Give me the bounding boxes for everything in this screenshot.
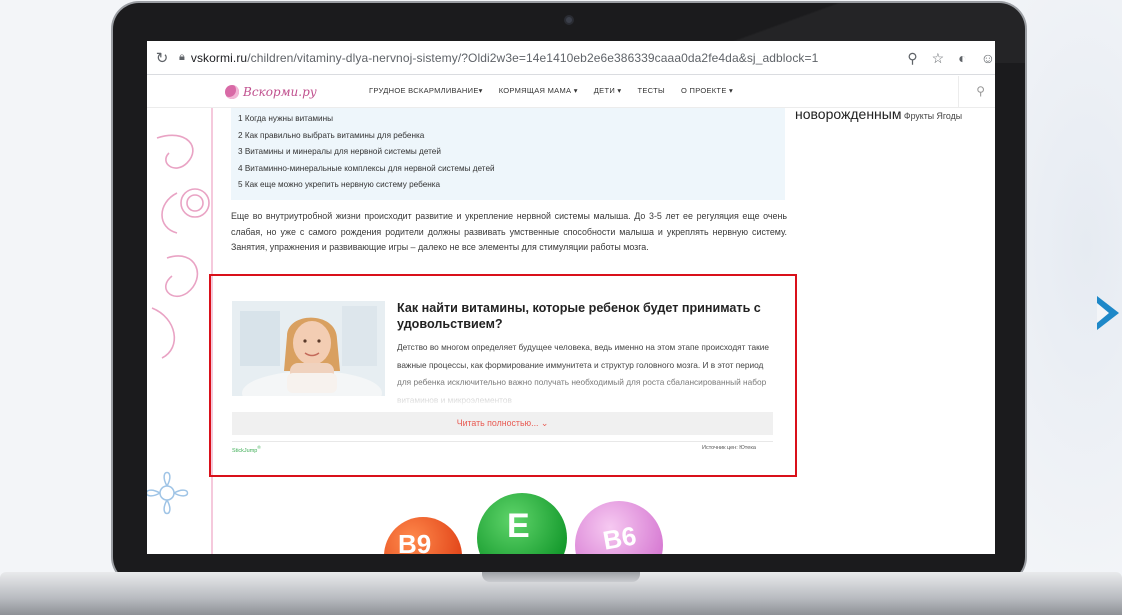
promo-title[interactable]: Как найти витамины, которые ребенок буде… [397,300,767,332]
lock-icon[interactable]: 🔒︎ [179,51,185,64]
vitamin-e-label: E [507,507,530,545]
toc-item[interactable]: 3 Витамины и минералы для нервной систем… [231,144,785,161]
article-paragraph: Еще во внутриутробной жизни происходит р… [231,211,787,252]
table-of-contents: 1 Когда нужны витамины 2 Как правильно в… [231,108,785,200]
extension-icon[interactable]: ◐ [958,50,966,66]
browser-actions: ⚲ ☆ ◐ ☺ [907,41,995,75]
sidebar-tags: новорожденным Фрукты Ягоды [795,106,975,123]
toc-item[interactable]: 5 Как еще можно укрепить нервную систему… [231,177,785,194]
site-header: Вскорми.ру ГРУДНОЕ ВСКАРМЛИВАНИЕ▾ КОРМЯЩ… [147,76,995,108]
sidebar-tag-newborns[interactable]: новорожденным [795,106,901,122]
nav-divider [958,76,959,108]
promo-text-fade [397,373,782,413]
vitamin-e-ball: E [477,493,567,554]
webcam-icon [564,15,574,25]
vitamin-b6-ball: B6 [575,501,663,554]
logo-text: Вскорми.ру [243,85,317,99]
menu-item-tests[interactable]: ТЕСТЫ [638,86,665,95]
arrow-cut [1097,303,1109,323]
laptop-notch [482,572,640,582]
menu-item-children[interactable]: ДЕТИ ▾ [594,86,622,95]
site-logo[interactable]: Вскорми.ру [225,82,317,102]
floral-decoration [147,108,213,554]
url-field[interactable]: vskormi.ru/children/vitaminy-dlya-nervno… [191,51,819,65]
star-icon[interactable]: ☆ [932,50,945,67]
vitamin-b9-ball: B9 [384,517,462,554]
vitamin-b6-label: B6 [600,520,639,554]
sidebar-tag-rest[interactable]: Фрукты Ягоды [901,111,962,121]
profile-icon[interactable]: ☺ [981,50,995,66]
promo-image[interactable] [232,301,385,396]
zoom-icon[interactable]: ⚲ [907,50,917,67]
promo-brand-name: StickJump [232,447,258,454]
vitamin-b9-label: B9 [398,529,432,554]
promo-divider [232,441,773,442]
menu-item-breastfeeding[interactable]: ГРУДНОЕ ВСКАРМЛИВАНИЕ▾ [369,86,483,95]
promo-brand[interactable]: StickJump® [232,445,261,454]
reload-icon[interactable]: ↻ [151,49,173,67]
search-icon[interactable]: ⚲ [976,84,985,98]
menu-item-about[interactable]: О ПРОЕКТЕ ▾ [681,86,733,95]
laptop-screen: ↻ 🔒︎ vskormi.ru/children/vitaminy-dlya-n… [147,41,995,554]
promo-brand-mark: ® [257,445,261,450]
toc-item[interactable]: 2 Как правильно выбрать витамины для реб… [231,128,785,145]
menu-item-nursing-mom[interactable]: КОРМЯЩАЯ МАМА ▾ [499,86,578,95]
toc-item[interactable]: 4 Витаминно-минеральные комплексы для не… [231,161,785,178]
read-more-button[interactable]: Читать полностью... ⌄ [232,412,773,435]
promo-source: Источник цен: Ютека [702,445,756,451]
logo-icon [225,85,239,99]
toc-item[interactable]: 1 Когда нужны витамины [231,111,785,128]
browser-address-bar: ↻ 🔒︎ vskormi.ru/children/vitaminy-dlya-n… [147,41,995,75]
main-menu: ГРУДНОЕ ВСКАРМЛИВАНИЕ▾ КОРМЯЩАЯ МАМА ▾ Д… [369,86,733,95]
